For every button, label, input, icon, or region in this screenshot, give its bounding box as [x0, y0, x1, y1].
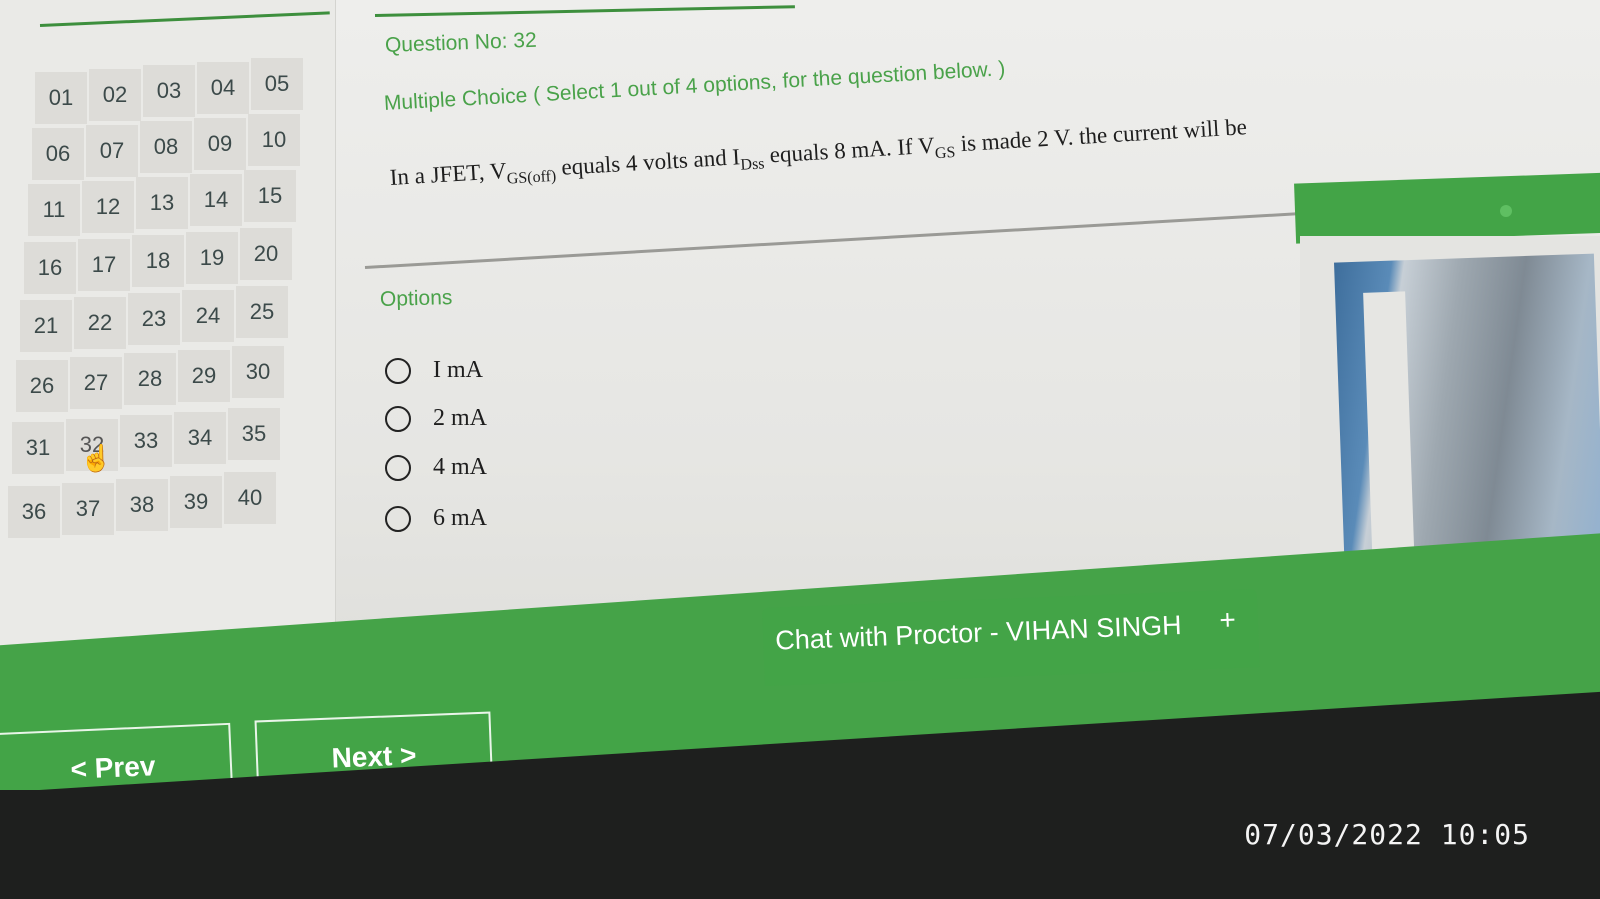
question-number-04[interactable]: 04: [197, 61, 249, 114]
question-number-15[interactable]: 15: [244, 170, 296, 222]
question-number-03[interactable]: 03: [143, 65, 195, 117]
question-text: In a JFET, VGS(off) equals 4 volts and I…: [389, 114, 1248, 195]
option-label: 6 mA: [433, 505, 487, 531]
question-number-26[interactable]: 26: [16, 360, 68, 412]
question-number-32[interactable]: 32: [66, 418, 118, 471]
chat-label: Chat with Proctor - VIHAN SINGH: [774, 609, 1183, 656]
question-number-07[interactable]: 07: [86, 124, 138, 177]
question-number-30[interactable]: 30: [232, 346, 284, 398]
radio-button[interactable]: [385, 454, 411, 481]
option-2[interactable]: 2 mA: [385, 405, 487, 432]
option-label: I mA: [433, 357, 483, 383]
header-divider: [374, 5, 795, 17]
question-number-16[interactable]: 16: [24, 242, 76, 294]
question-divider: [364, 211, 1304, 269]
options-heading: Options: [379, 286, 453, 311]
question-type: Multiple Choice ( Select 1 out of 4 opti…: [383, 57, 1006, 115]
question-number-grid: 01 02 03 04 05 06 07 08 09 10 11 12 13 14 15 16 17 18 19 20…: [0, 0, 335, 560]
camera-indicator-icon: [1500, 205, 1512, 217]
option-3[interactable]: 4 mA: [385, 454, 487, 481]
question-number-27[interactable]: 27: [70, 356, 122, 409]
question-number-05[interactable]: 05: [251, 58, 303, 110]
question-number-06[interactable]: 06: [32, 128, 84, 180]
question-text-part: is made 2 V. the current will be: [954, 114, 1248, 157]
question-number-13[interactable]: 13: [136, 177, 188, 229]
option-1[interactable]: I mA: [385, 357, 483, 384]
question-number-40[interactable]: 40: [224, 472, 276, 524]
radio-button[interactable]: [385, 505, 411, 532]
question-number-19[interactable]: 19: [186, 231, 238, 284]
photo-timestamp: 07/03/2022 10:05: [1244, 818, 1530, 851]
photo-stage: 01 02 03 04 05 06 07 08 09 10 11 12 13 14 15 16 17 18 19 20…: [0, 0, 1600, 899]
question-text-subscript: GS: [934, 144, 956, 163]
question-number-10[interactable]: 10: [248, 114, 300, 166]
option-4[interactable]: 6 mA: [385, 505, 487, 532]
question-number-31[interactable]: 31: [12, 422, 64, 474]
question-text-part: equals 8 mA. If V: [763, 132, 936, 168]
question-number-28[interactable]: 28: [124, 353, 176, 405]
question-number-14[interactable]: 14: [190, 173, 242, 226]
question-number-20[interactable]: 20: [240, 228, 292, 280]
question-number-35[interactable]: 35: [228, 408, 280, 460]
question-number-38[interactable]: 38: [116, 479, 168, 531]
expand-plus-icon[interactable]: +: [1219, 604, 1237, 637]
question-text-subscript: GS(off): [506, 167, 557, 188]
question-number-23[interactable]: 23: [128, 293, 180, 345]
option-label: 2 mA: [433, 405, 487, 431]
question-number-09[interactable]: 09: [194, 117, 246, 170]
question-text-subscript: Dss: [740, 155, 766, 174]
question-number-34[interactable]: 34: [174, 411, 226, 464]
question-number-21[interactable]: 21: [20, 300, 72, 352]
question-number-02[interactable]: 02: [89, 68, 141, 121]
question-number-29[interactable]: 29: [178, 349, 230, 402]
question-number-24[interactable]: 24: [182, 289, 234, 342]
question-number-25[interactable]: 25: [236, 286, 288, 338]
question-number-36[interactable]: 36: [8, 486, 60, 538]
question-number: Question No: 32: [384, 28, 538, 57]
question-number-18[interactable]: 18: [132, 235, 184, 287]
question-number-17[interactable]: 17: [78, 238, 130, 291]
question-text-part: In a JFET, V: [389, 158, 508, 190]
question-number-39[interactable]: 39: [170, 475, 222, 528]
proctor-header-band: [1294, 172, 1600, 244]
question-number-08[interactable]: 08: [140, 121, 192, 173]
radio-button[interactable]: [385, 357, 411, 384]
question-number-01[interactable]: 01: [35, 72, 87, 124]
question-number-11[interactable]: 11: [28, 184, 80, 236]
question-number-22[interactable]: 22: [74, 296, 126, 349]
option-label: 4 mA: [433, 454, 487, 480]
question-number-37[interactable]: 37: [62, 482, 114, 535]
question-number-12[interactable]: 12: [82, 180, 134, 233]
question-text-part: equals 4 volts and I: [554, 144, 741, 181]
radio-button[interactable]: [385, 405, 411, 432]
question-number-33[interactable]: 33: [120, 415, 172, 467]
